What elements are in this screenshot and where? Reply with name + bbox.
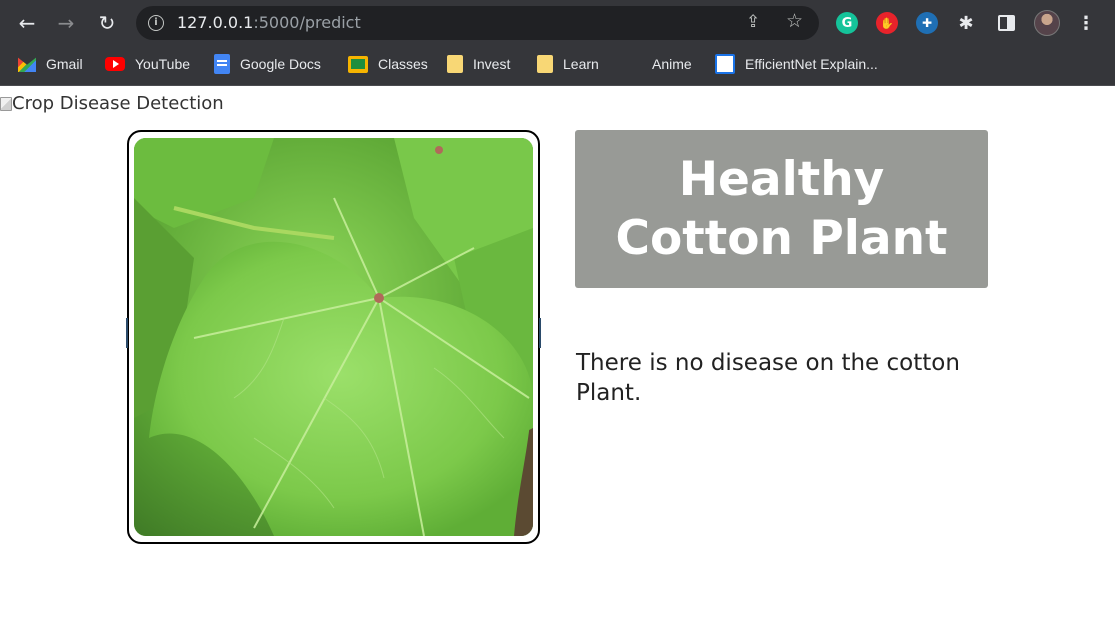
bookmarks-bar: Gmail YouTube Google Docs Classes Invest… [0,46,1115,86]
site-info-icon[interactable]: i [148,15,164,31]
page-content: Crop Disease Detection Healthy Cotton Pl… [0,87,1115,638]
adblock-icon[interactable]: ✋ [876,12,898,34]
frame-edge-marker [126,318,128,348]
site-logo-broken-image: Crop Disease Detection [0,93,224,114]
frame-edge-marker [539,318,541,348]
folder-icon [447,55,463,73]
google-docs-icon [214,54,230,74]
url-text[interactable]: 127.0.0.1:5000/predict [177,13,361,32]
url-host: 127.0.0.1 [177,13,254,32]
bookmark-youtube[interactable]: YouTube [105,46,190,82]
share-icon[interactable]: ⇪ [746,12,760,32]
bookmark-label: Google Docs [240,56,321,72]
google-classroom-icon [348,55,368,73]
bookmark-google-docs[interactable]: Google Docs [214,46,321,82]
folder-icon [537,55,553,73]
bookmark-label: EfficientNet Explain... [745,56,878,72]
gmail-icon [18,57,36,72]
bookmark-anime[interactable]: Anime [628,46,692,82]
cotton-leaf-photo [134,138,533,536]
browser-toolbar: ← → ↻ i 127.0.0.1:5000/predict ⇪ ☆ G ✋ ✚… [0,0,1115,46]
bookmark-label: Invest [473,56,511,72]
efficientnet-icon [715,54,735,74]
back-arrow-icon[interactable]: ← [13,9,41,37]
bookmark-label: Gmail [46,56,83,72]
grammarly-icon[interactable]: G [836,12,858,34]
bookmark-folder-learn[interactable]: Learn [537,46,599,82]
reload-icon[interactable]: ↻ [93,9,121,37]
bookmark-classes[interactable]: Classes [348,46,428,82]
profile-avatar[interactable] [1034,10,1060,36]
bookmark-folder-invest[interactable]: Invest [447,46,510,82]
kebab-menu-icon[interactable]: ⋮ [1075,12,1097,34]
bookmark-star-icon[interactable]: ☆ [786,10,803,32]
side-panel-icon[interactable] [995,12,1017,34]
bookmark-label: Classes [378,56,428,72]
prediction-description: There is no disease on the cotton Plant. [576,350,960,406]
eyedropper-icon[interactable]: ✚ [916,12,938,34]
url-path: :5000/predict [253,13,361,32]
prediction-result-banner: Healthy Cotton Plant [575,130,988,288]
bookmark-icon [628,57,642,71]
bookmark-efficientnet[interactable]: EfficientNet Explain... [715,46,878,82]
bookmark-label: Learn [563,56,599,72]
logo-alt-text: Crop Disease Detection [12,93,224,114]
prediction-title: Healthy Cotton Plant [615,152,948,266]
bookmark-label: Anime [652,56,692,72]
broken-image-icon [0,96,12,111]
youtube-icon [105,57,125,71]
extensions-puzzle-icon[interactable]: ✱ [955,12,977,34]
cotton-leaf-illustration [134,138,533,536]
uploaded-image-frame [126,130,541,544]
bookmark-label: YouTube [135,56,191,72]
address-bar[interactable]: i 127.0.0.1:5000/predict ⇪ ☆ [136,6,819,40]
forward-arrow-icon[interactable]: → [52,9,80,37]
bookmark-gmail[interactable]: Gmail [18,46,83,82]
